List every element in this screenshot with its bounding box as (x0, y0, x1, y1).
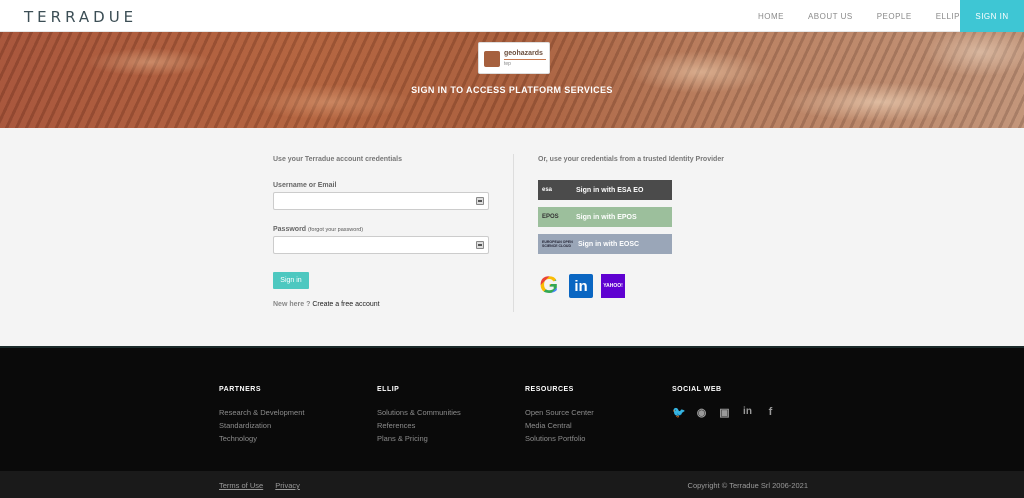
twitter-icon[interactable]: 🐦 (672, 406, 686, 419)
credentials-heading: Use your Terradue account credentials (273, 156, 403, 163)
hero-banner: geohazards tep SIGN IN TO ACCESS PLATFOR… (0, 32, 1024, 128)
esa-logo-icon: esa (542, 187, 553, 193)
epos-signin-button[interactable]: EPOS Sign in with EPOS (538, 207, 672, 227)
footer-link[interactable]: Technology (219, 432, 304, 445)
password-label: Password (forgot your password) (273, 226, 364, 233)
footer-ellip: ELLIP Solutions & Communities References… (377, 386, 461, 445)
github-icon[interactable]: ◉ (695, 406, 708, 419)
linkedin-signin[interactable]: in (569, 274, 593, 298)
footer-link[interactable]: Media Central (525, 419, 594, 432)
password-manager-icon[interactable] (476, 241, 484, 249)
footer: PARTNERS Research & Development Standard… (0, 346, 1024, 471)
username-input[interactable] (273, 192, 489, 210)
footer-link[interactable]: Open Source Center (525, 406, 594, 419)
login-panel (0, 128, 1024, 346)
google-signin[interactable]: G (537, 272, 561, 299)
footer-bottom-bar: Terms of Use Privacy Copyright © Terradu… (0, 471, 1024, 498)
idp-column: Or, use your credentials from a trusted … (538, 156, 778, 163)
column-divider (513, 154, 514, 312)
footer-partners: PARTNERS Research & Development Standard… (219, 386, 305, 445)
create-account-link[interactable]: Create a free account (312, 301, 379, 308)
password-input[interactable] (273, 236, 489, 254)
geohazards-tep-logo: geohazards tep (478, 42, 550, 74)
linkedin-icon[interactable]: in (741, 406, 754, 419)
terradue-logo[interactable]: TERRADUE (24, 8, 137, 26)
google-icon: G (539, 272, 559, 299)
epos-logo-icon: EPOS (542, 214, 559, 220)
credentials-column: Use your Terradue account credentials Us… (273, 156, 493, 254)
facebook-icon[interactable]: f (764, 406, 777, 419)
nav-people[interactable]: PEOPLE (877, 12, 912, 21)
hero-title: SIGN IN TO ACCESS PLATFORM SERVICES (411, 85, 613, 95)
terms-of-use-link[interactable]: Terms of Use (219, 481, 263, 490)
slideshare-icon[interactable]: ▣ (718, 406, 731, 419)
linkedin-icon: in (574, 277, 588, 295)
copyright: Copyright © Terradue Srl 2006-2021 (687, 481, 808, 490)
idp-heading: Or, use your credentials from a trusted … (538, 156, 724, 163)
nav-sign-in[interactable]: SIGN IN (960, 0, 1024, 32)
footer-link[interactable]: References (377, 419, 461, 432)
main-nav: HOME ABOUT US PEOPLE ELLIP (734, 0, 960, 32)
yahoo-signin[interactable]: YAHOO! (601, 274, 625, 298)
yahoo-icon: YAHOO! (603, 283, 623, 289)
footer-resources: RESOURCES Open Source Center Media Centr… (525, 386, 594, 445)
eosc-signin-button[interactable]: EUROPEAN OPEN SCIENCE CLOUD Sign in with… (538, 234, 672, 254)
sign-in-button[interactable]: Sign in (273, 272, 309, 289)
footer-link[interactable]: Solutions Portfolio (525, 432, 594, 445)
password-manager-icon[interactable] (476, 197, 484, 205)
nav-ellip[interactable]: ELLIP (936, 12, 960, 21)
geohazards-logo-icon (484, 51, 500, 67)
forgot-password-link[interactable]: (forgot your password) (308, 227, 363, 233)
eosc-logo-icon: EUROPEAN OPEN SCIENCE CLOUD (542, 240, 573, 248)
top-navbar: TERRADUE HOME ABOUT US PEOPLE ELLIP SIGN… (0, 0, 1024, 32)
privacy-link[interactable]: Privacy (275, 481, 300, 490)
new-here-text: New here ? Create a free account (273, 301, 380, 308)
footer-social: SOCIAL WEB 🐦 ◉ ▣ in f (672, 386, 777, 419)
esa-signin-button[interactable]: esa Sign in with ESA EO (538, 180, 672, 200)
footer-link[interactable]: Standardization (219, 419, 304, 432)
nav-about-us[interactable]: ABOUT US (808, 12, 853, 21)
nav-home[interactable]: HOME (758, 12, 784, 21)
footer-link[interactable]: Research & Development (219, 406, 304, 419)
footer-link[interactable]: Solutions & Communities (377, 406, 461, 419)
footer-link[interactable]: Plans & Pricing (377, 432, 461, 445)
username-label: Username or Email (273, 182, 337, 189)
